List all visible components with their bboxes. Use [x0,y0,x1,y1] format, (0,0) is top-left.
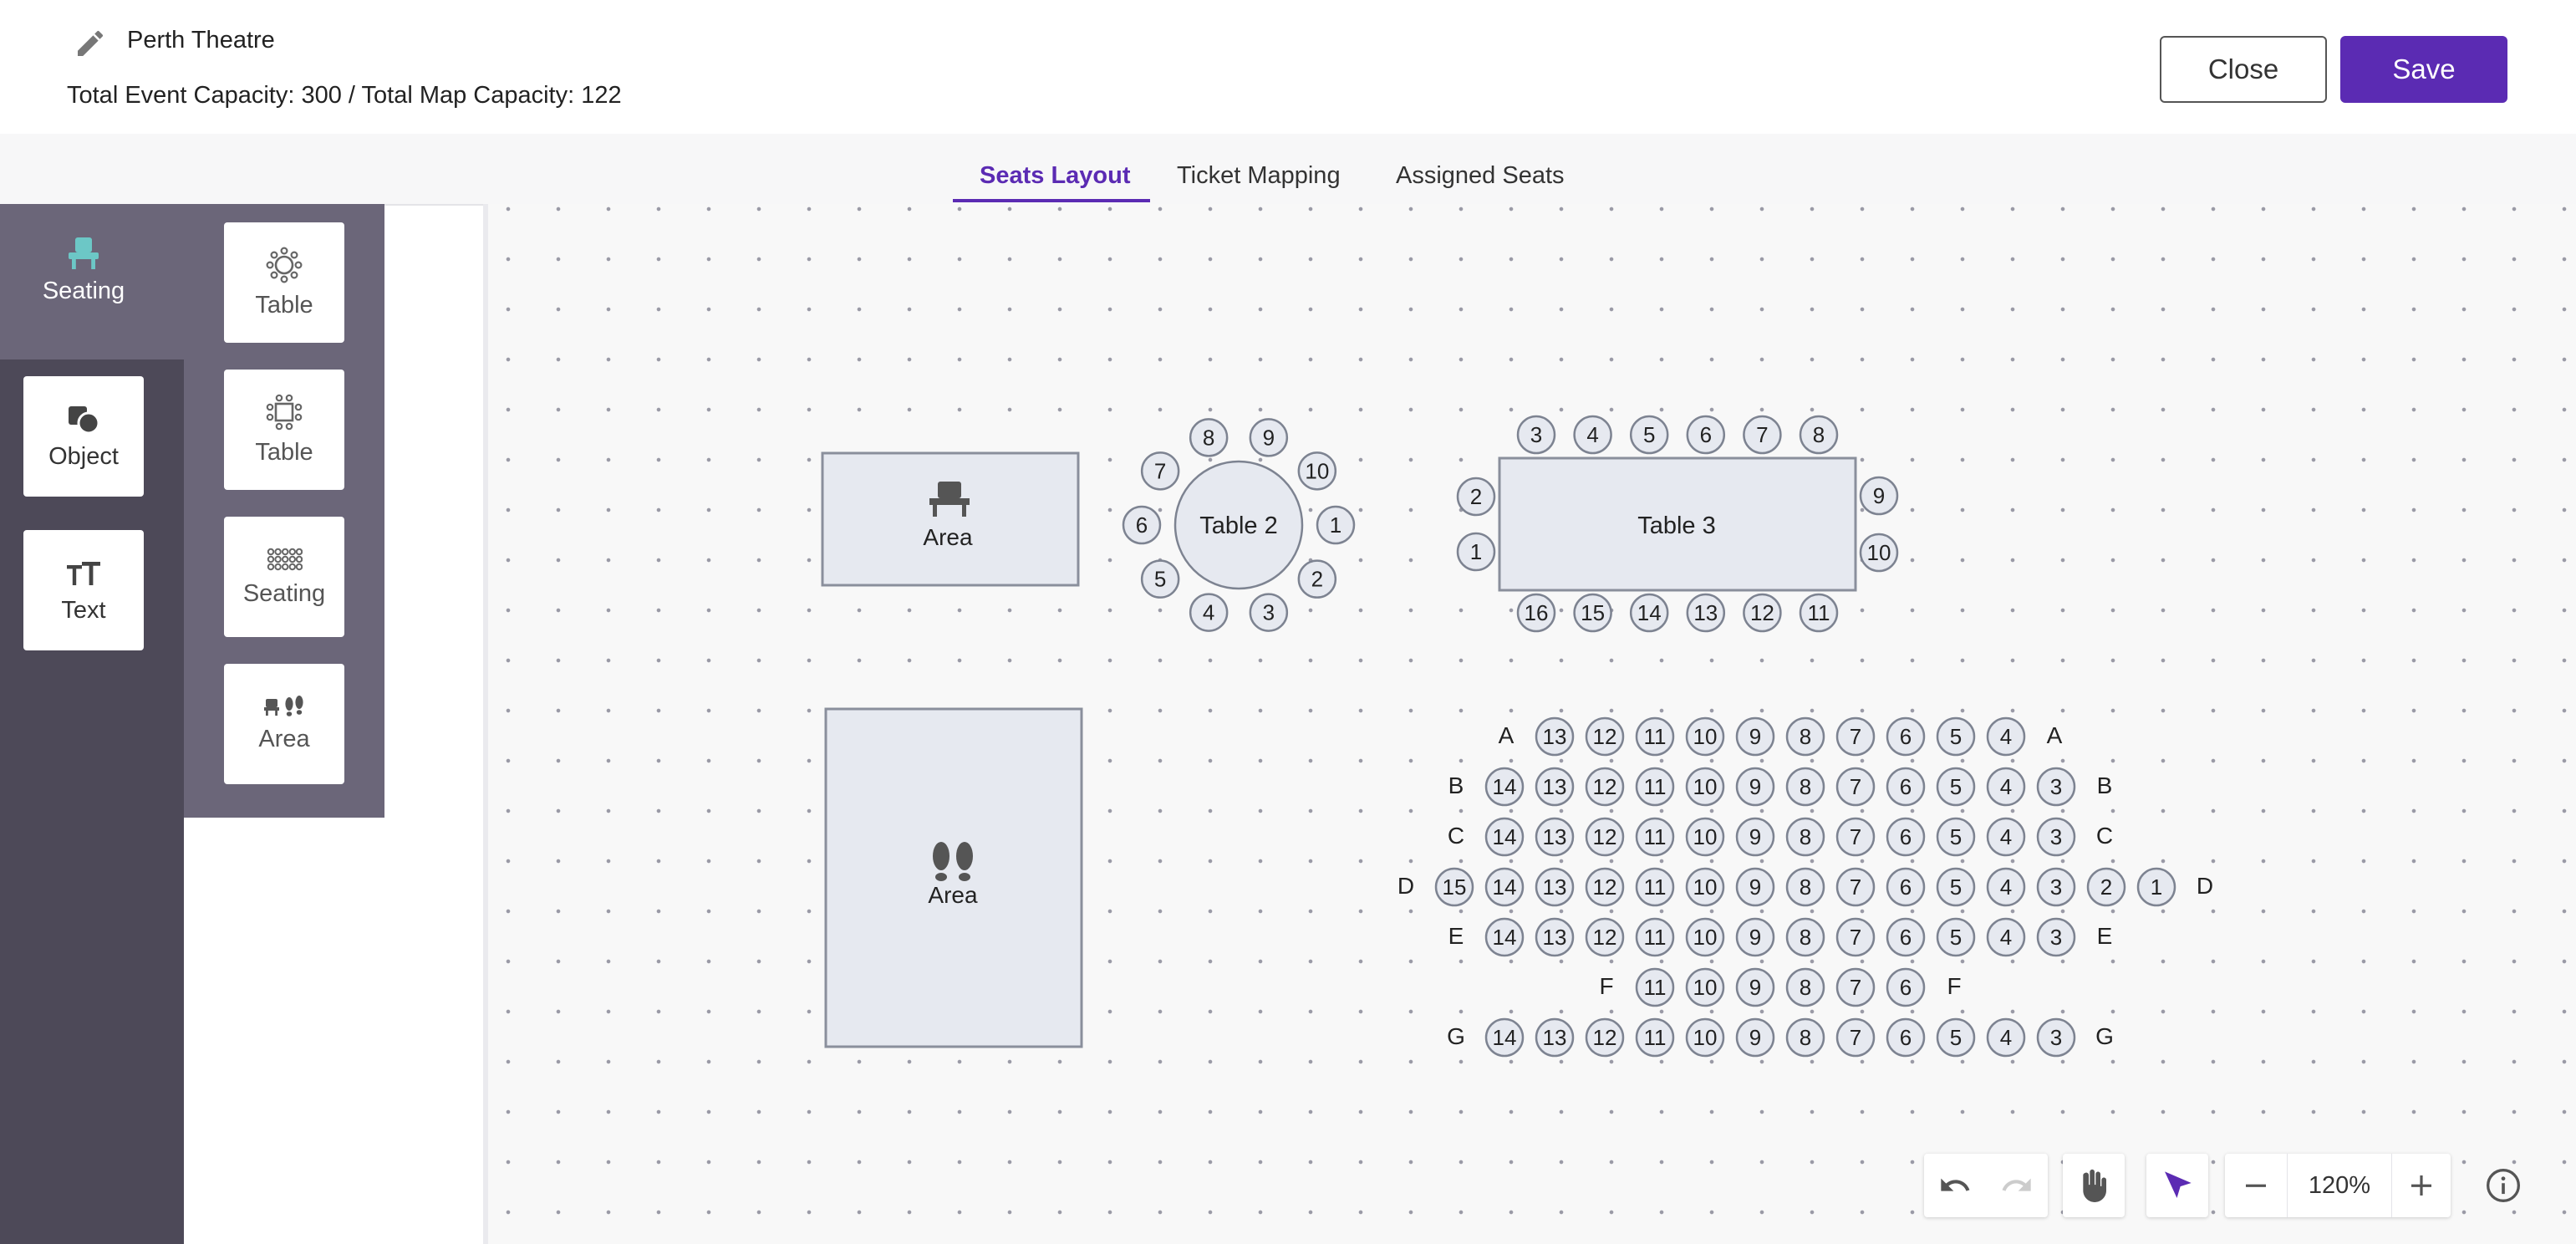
square-table-icon [266,394,303,430]
pencil-icon[interactable] [74,27,107,60]
category-object[interactable]: Object [23,376,144,497]
select-tool[interactable] [2146,1154,2208,1217]
area-icon [264,695,303,716]
tab-seats-layout[interactable]: Seats Layout [980,162,1131,190]
hand-icon [2083,1169,2106,1202]
palette-round-table[interactable]: Table [224,222,344,343]
tab-ticket-mapping[interactable]: Ticket Mapping [1177,162,1341,190]
category-seating[interactable]: Seating [0,234,167,326]
map-canvas[interactable] [483,204,2576,1244]
pan-tool[interactable] [2063,1154,2125,1217]
zoom-level: 120% [2287,1154,2392,1217]
palette-square-table-label: Table [255,438,313,466]
category-text-label: Text [61,596,106,624]
canvas-divider [483,204,488,1244]
tab-assigned-seats[interactable]: Assigned Seats [1396,162,1565,190]
undo-icon [1941,1178,1970,1191]
palette-seating-label: Seating [242,579,326,607]
header: Perth Theatre Total Event Capacity: 300 … [0,0,2576,134]
undo-button[interactable] [1924,1154,1986,1217]
palette-round-table-label: Table [255,291,313,319]
zoom-controls: 120% [2225,1154,2451,1217]
hand-tool-button[interactable] [2063,1154,2125,1217]
zoom-in-button[interactable] [2390,1154,2452,1217]
seat-grid-icon [267,548,303,570]
minus-icon [2246,1184,2266,1187]
category-object-label: Object [48,442,119,470]
palette-seating[interactable]: Seating [224,517,344,637]
capacity-summary: Total Event Capacity: 300 / Total Map Ca… [67,82,622,109]
category-rail [0,204,184,1244]
palette-square-table[interactable]: Table [224,370,344,490]
tab-bar: Seats Layout Ticket Mapping Assigned Sea… [0,134,2576,206]
category-text[interactable]: Text [23,530,144,650]
save-button[interactable]: Save [2340,36,2507,103]
close-button[interactable]: Close [2160,36,2327,103]
info-button[interactable] [2474,1154,2533,1217]
shapes-icon [69,405,100,434]
pointer-tool-button[interactable] [2146,1154,2208,1217]
info-icon [2487,1169,2520,1202]
pointer-icon [2165,1171,2192,1198]
plus-icon [2411,1175,2431,1196]
round-table-icon [266,246,303,283]
history-controls [1924,1154,2048,1217]
redo-button[interactable] [1986,1154,2048,1217]
active-tab-indicator [953,199,1150,202]
palette-area-label: Area [258,725,310,752]
redo-icon [2002,1178,2031,1191]
chair-icon [69,237,99,269]
category-seating-label: Seating [42,278,125,304]
zoom-out-button[interactable] [2225,1154,2287,1217]
palette-area[interactable]: Area [224,664,344,784]
event-name[interactable]: Perth Theatre [127,27,275,54]
text-size-icon [67,561,100,585]
